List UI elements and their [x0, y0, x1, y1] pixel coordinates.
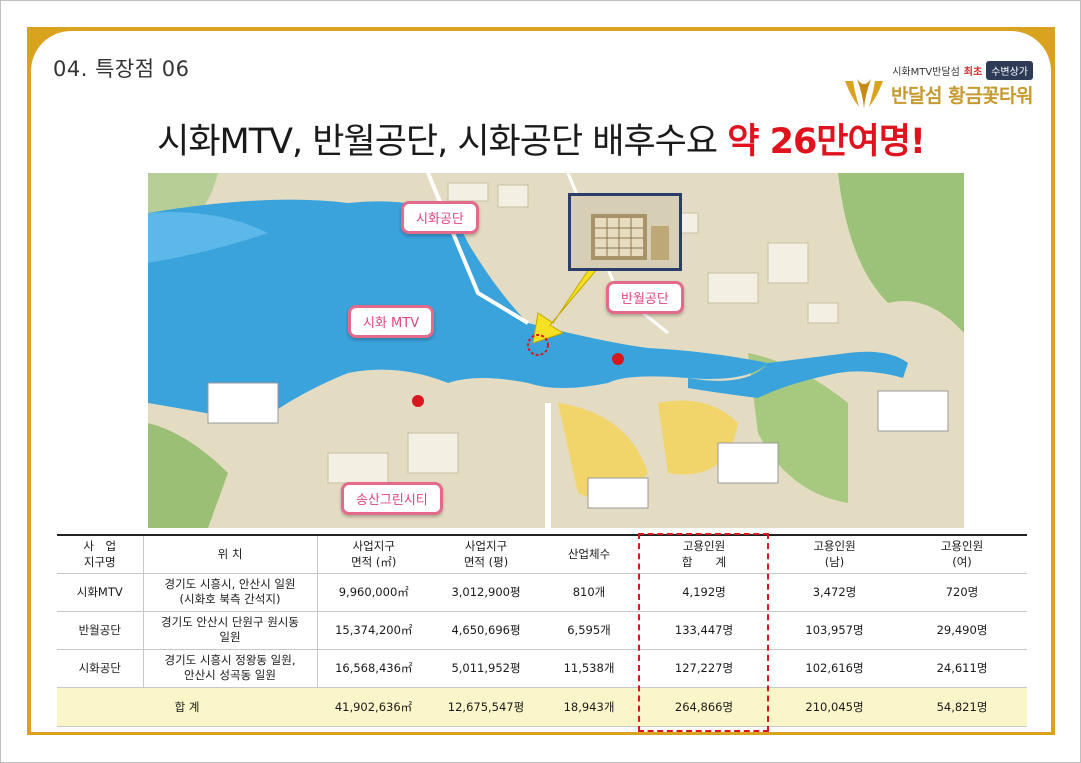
- header-employees-male: 고용인원 (남): [772, 534, 897, 574]
- cell-district: 시화MTV: [57, 573, 143, 612]
- cell-companies: 810개: [542, 573, 636, 612]
- headline: 시화MTV, 반월공단, 시화공단 배후수요 약 26만여명!: [31, 113, 1051, 164]
- cell-employees-female: 24,611명: [897, 649, 1027, 688]
- total-area-pyeong: 12,675,547평: [430, 687, 542, 727]
- headline-highlight: 약 26만여명!: [727, 122, 926, 162]
- table-row: 시화공단 경기도 시흥시 정왕동 일원, 안산시 성곡동 일원 16,568,436㎡…: [57, 649, 1027, 688]
- map-label-sihwa-mtv: 시화 MTV: [348, 305, 435, 338]
- header-employees-female: 고용인원 (여): [897, 534, 1027, 574]
- cell-area-m2: 15,374,200㎡: [317, 611, 430, 650]
- cell-employees-total: 127,227명: [636, 649, 772, 688]
- brand-name: 반달섬 황금꽃타워: [891, 84, 1033, 107]
- cell-employees-male: 3,472명: [772, 573, 897, 612]
- map-illustration: [148, 173, 964, 528]
- cell-employees-total: 4,192명: [636, 573, 772, 612]
- map-label-sihwa-gongdan: 시화공단: [401, 201, 479, 234]
- cell-location: 경기도 시흥시 정왕동 일원, 안산시 성곡동 일원: [142, 649, 318, 688]
- total-companies: 18,943개: [542, 687, 636, 727]
- cell-area-pyeong: 3,012,900평: [430, 573, 542, 612]
- header-employees-total: 고용인원 합 계: [636, 534, 772, 574]
- map-label-banwol-gongdan: 반월공단: [606, 281, 684, 314]
- cell-area-pyeong: 5,011,952평: [430, 649, 542, 688]
- cell-employees-female: 29,490명: [897, 611, 1027, 650]
- cell-location: 경기도 안산시 단원구 원시동 일원: [142, 611, 318, 650]
- table-header-row: 사 업 지구명 위 치 사업지구 면적 (㎡) 사업지구 면적 (평) 산업체수 고용…: [57, 534, 1027, 574]
- header-location: 위 치: [142, 534, 318, 574]
- cell-companies: 6,595개: [542, 611, 636, 650]
- cell-district: 반월공단: [57, 611, 143, 650]
- cell-employees-male: 103,957명: [772, 611, 897, 650]
- header-area-pyeong: 사업지구 면적 (평): [430, 534, 542, 574]
- total-employees-male: 210,045명: [772, 687, 897, 727]
- slide: 04. 특장점 06 시화MTV반달섬 최초 수변상가 반달섬 황금꽃타워 시화…: [31, 31, 1051, 732]
- cell-area-pyeong: 4,650,696평: [430, 611, 542, 650]
- logo-tagline-text: 시화MTV반달섬: [892, 67, 960, 78]
- building-rendering: [568, 193, 682, 271]
- employment-table: 사 업 지구명 위 치 사업지구 면적 (㎡) 사업지구 면적 (평) 산업체수 고용…: [57, 534, 1027, 727]
- cell-area-m2: 16,568,436㎡: [317, 649, 430, 688]
- cell-district: 시화공단: [57, 649, 143, 688]
- building-icon: [571, 196, 679, 268]
- table-row: 반월공단 경기도 안산시 단원구 원시동 일원 15,374,200㎡ 4,650,69…: [57, 611, 1027, 650]
- cell-location: 경기도 시흥시, 안산시 일원 (시화호 북측 간석지): [142, 573, 318, 612]
- brand-logo: 반달섬 황금꽃타워: [843, 77, 1033, 111]
- table-total-row: 합 계 41,902,636㎡ 12,675,547평 18,943개 264,866명…: [57, 687, 1027, 727]
- header-district: 사 업 지구명: [57, 534, 143, 574]
- cell-employees-female: 720명: [897, 573, 1027, 612]
- logo-tagline-highlight: 최초: [963, 67, 983, 78]
- headline-text: 시화MTV, 반월공단, 시화공단 배후수요: [157, 122, 718, 162]
- header-area-m2: 사업지구 면적 (㎡): [317, 534, 430, 574]
- cell-employees-male: 102,616명: [772, 649, 897, 688]
- total-area-m2: 41,902,636㎡: [317, 687, 430, 727]
- total-employees-total: 264,866명: [636, 687, 772, 727]
- map-label-songsan: 송산그린시티: [341, 482, 443, 515]
- brand-emblem-icon: [845, 79, 884, 109]
- cell-companies: 11,538개: [542, 649, 636, 688]
- area-map: 시화공단 반월공단 시화 MTV 송산그린시티: [148, 173, 964, 528]
- cell-employees-total: 133,447명: [636, 611, 772, 650]
- total-employees-female: 54,821명: [897, 687, 1027, 727]
- section-label: 04. 특장점 06: [53, 57, 190, 81]
- cell-area-m2: 9,960,000㎡: [317, 573, 430, 612]
- table-row: 시화MTV 경기도 시흥시, 안산시 일원 (시화호 북측 간석지) 9,960,00…: [57, 573, 1027, 612]
- header-companies: 산업체수: [542, 534, 636, 574]
- total-label: 합 계: [57, 687, 317, 727]
